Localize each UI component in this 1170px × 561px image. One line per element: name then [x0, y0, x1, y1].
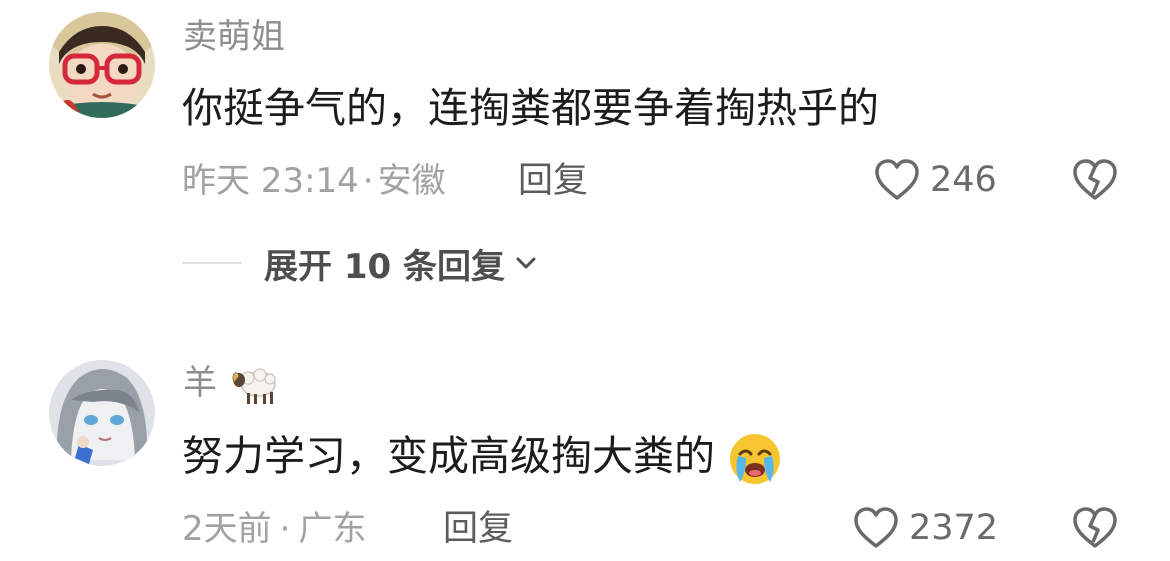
- dislike-button[interactable]: [1072, 506, 1118, 554]
- comment-text: 你挺争气的，连掏粪都要争着掏热乎的: [182, 84, 879, 132]
- comment-text-body: 努力学习，变成高级掏大粪的: [182, 432, 715, 480]
- like-button[interactable]: 246: [874, 158, 997, 202]
- broken-heart-icon: [1073, 159, 1117, 200]
- comment-time: 2天前: [182, 509, 272, 549]
- broken-heart-icon: [1073, 507, 1117, 548]
- meta-separator: ·: [279, 509, 291, 549]
- username-text: 羊: [183, 363, 217, 403]
- divider-line: [182, 262, 242, 264]
- username[interactable]: 卖萌姐: [183, 17, 285, 57]
- avatar-image: [49, 360, 155, 466]
- loudly-crying-face-icon: [730, 434, 781, 484]
- comment-location: 广东: [298, 509, 367, 549]
- heart-icon: [875, 159, 919, 200]
- comment-location: 安徽: [377, 161, 446, 201]
- comment-time: 昨天 23:14: [182, 161, 359, 201]
- expand-replies-button[interactable]: 展开 10 条回复: [264, 239, 539, 288]
- avatar[interactable]: [49, 12, 155, 118]
- reply-button[interactable]: 回复: [518, 161, 588, 201]
- avatar-image: [49, 12, 155, 118]
- like-count: 2372: [909, 508, 999, 548]
- meta-separator: ·: [362, 161, 374, 201]
- sheep-emoji-icon: [232, 367, 276, 404]
- expand-replies-label: 展开 10 条回复: [264, 246, 505, 287]
- avatar[interactable]: [49, 360, 155, 466]
- username[interactable]: 羊: [183, 363, 278, 406]
- comment-text: 努力学习，变成高级掏大粪的: [182, 431, 782, 486]
- comment-meta: 昨天 23:14 · 安徽: [182, 161, 446, 201]
- chevron-down-icon: [516, 257, 536, 269]
- like-count: 246: [930, 160, 997, 200]
- heart-icon: [854, 507, 898, 548]
- comment-meta: 2天前 · 广东: [182, 509, 366, 549]
- dislike-button[interactable]: [1072, 158, 1118, 206]
- expand-replies-row: 展开 10 条回复: [182, 238, 539, 288]
- reply-button[interactable]: 回复: [443, 509, 513, 549]
- like-button[interactable]: 2372: [853, 506, 998, 550]
